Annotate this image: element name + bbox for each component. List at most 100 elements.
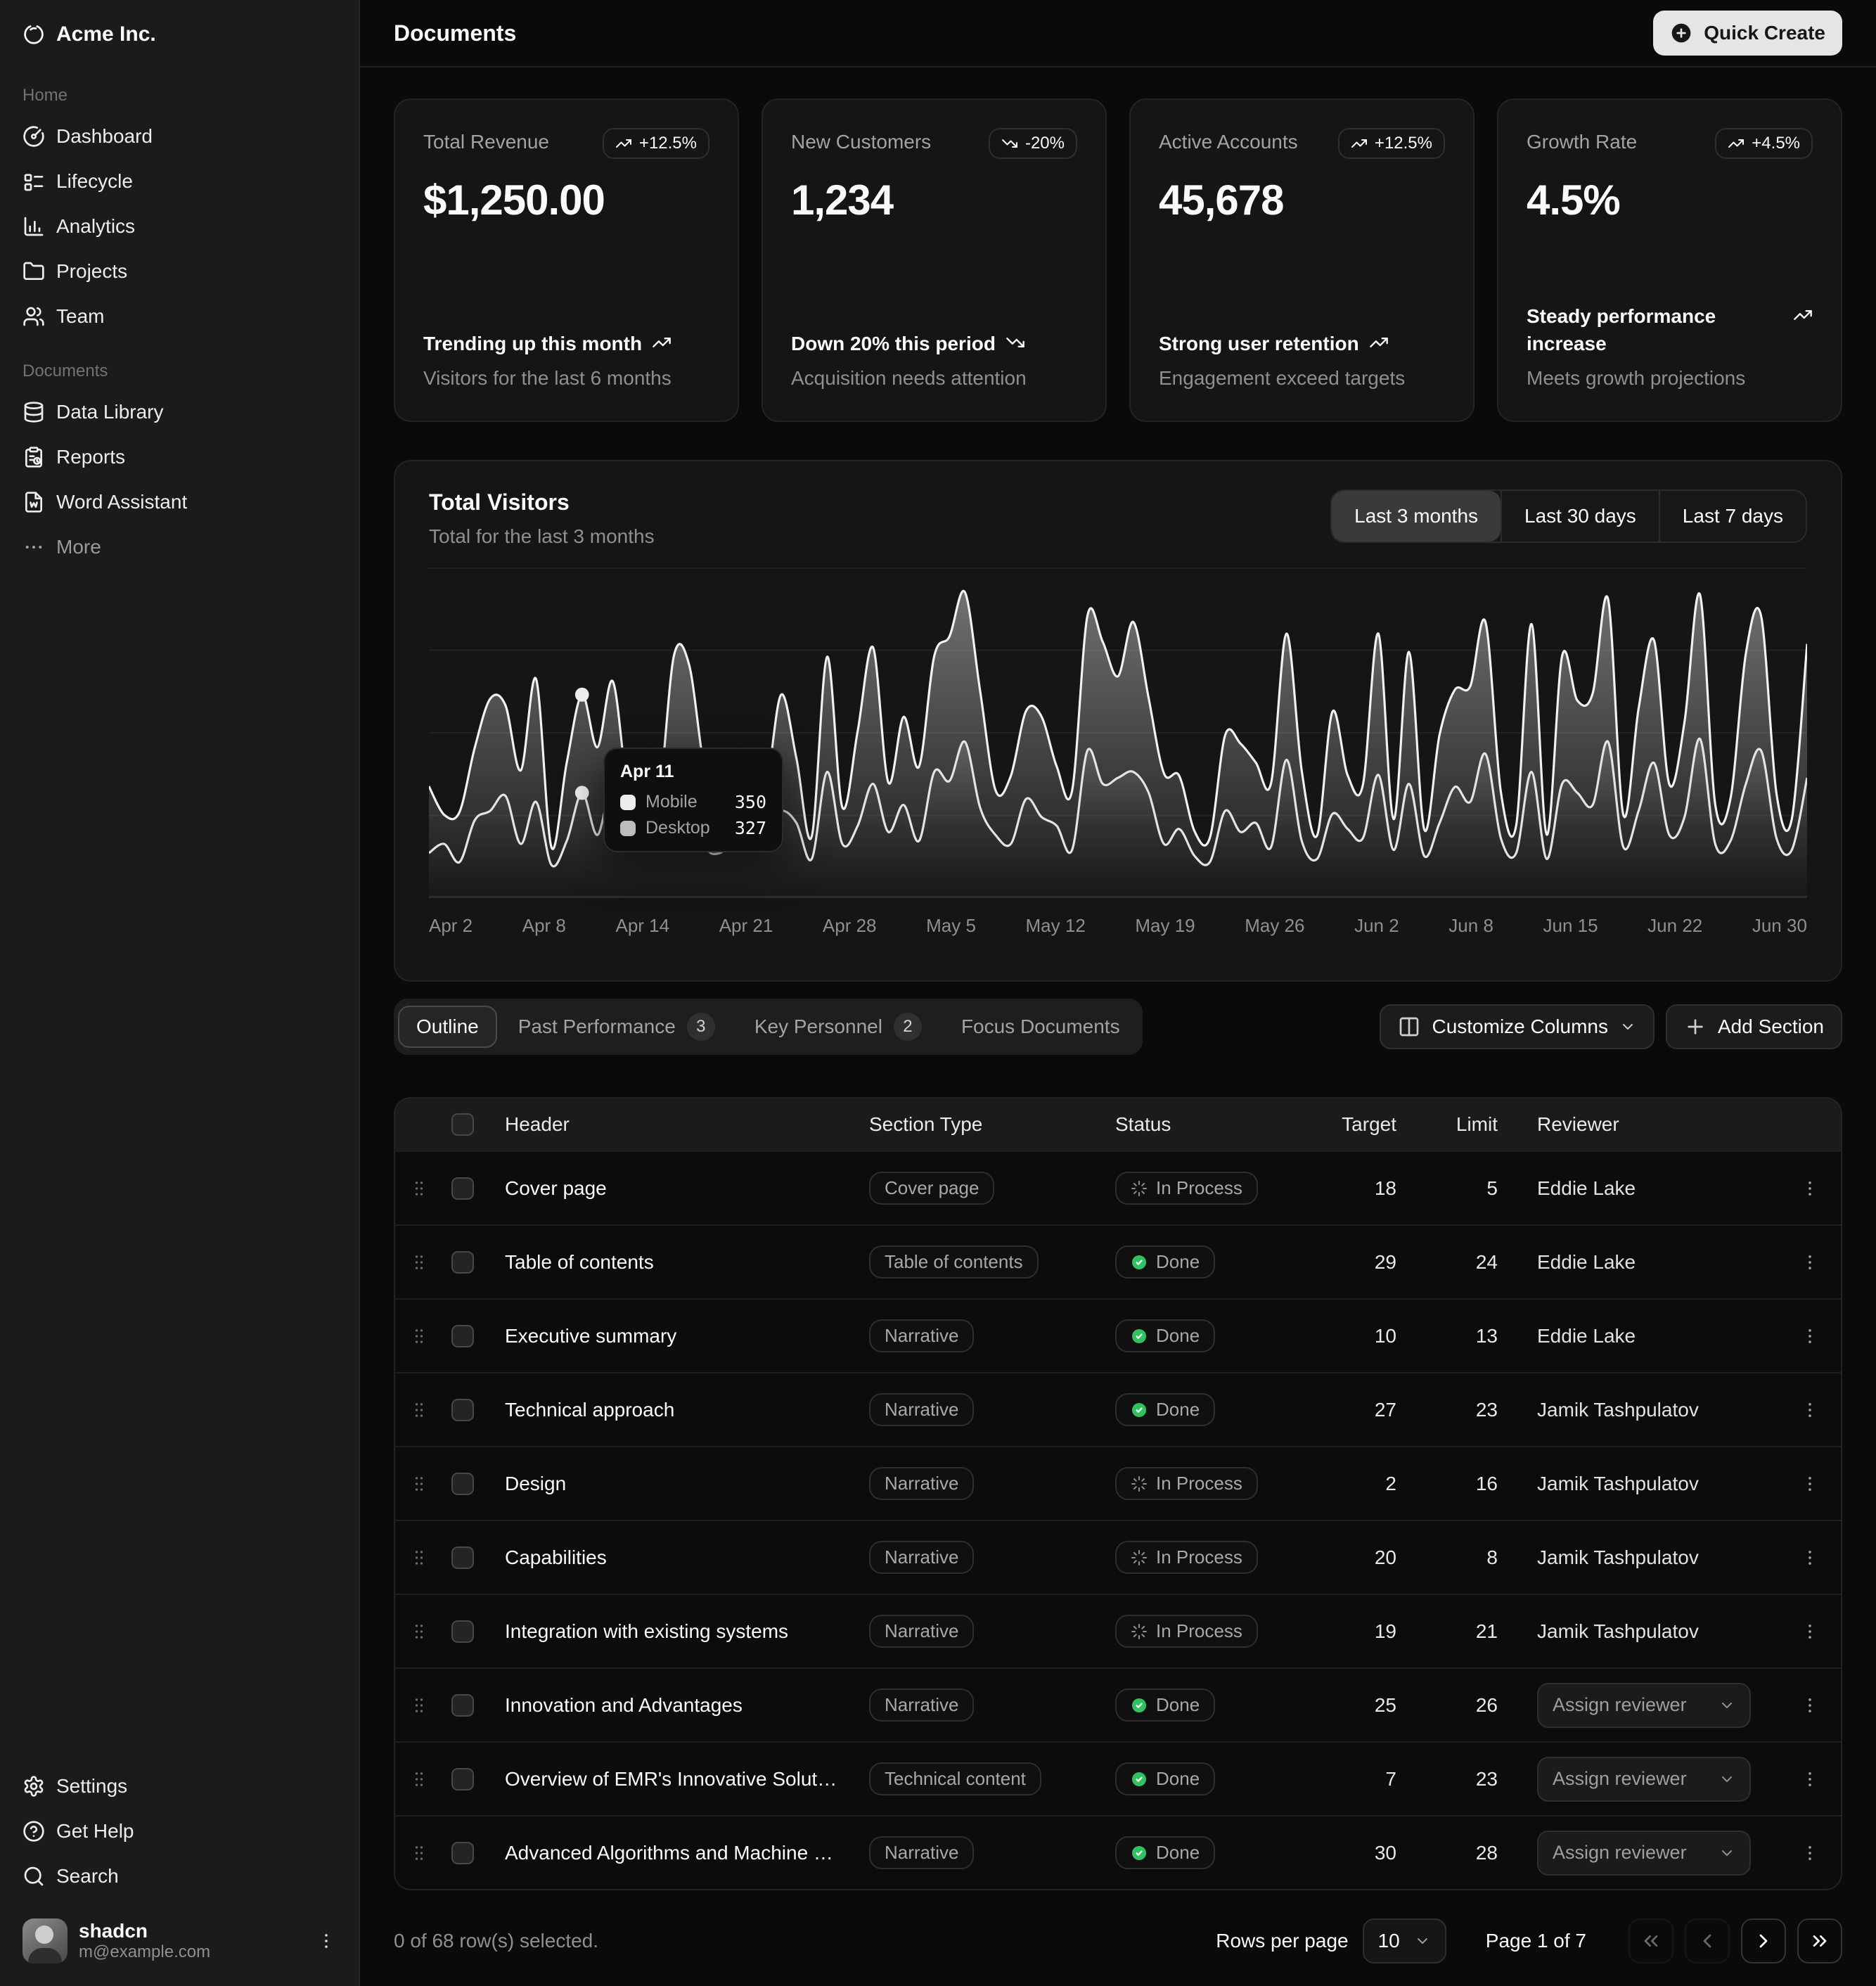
tab-focus-documents[interactable]: Focus Documents <box>943 1006 1138 1048</box>
sidebar-item-reports[interactable]: Reports <box>11 435 347 480</box>
limit-value[interactable]: 24 <box>1425 1251 1526 1274</box>
target-value[interactable]: 2 <box>1301 1473 1425 1495</box>
row-menu-button[interactable] <box>1779 1843 1841 1863</box>
sidebar-item-search[interactable]: Search <box>11 1854 347 1899</box>
row-checkbox[interactable] <box>451 1842 474 1864</box>
row-checkbox[interactable] <box>451 1768 474 1790</box>
target-value[interactable]: 7 <box>1301 1768 1425 1790</box>
row-checkbox[interactable] <box>451 1251 474 1274</box>
drag-handle[interactable] <box>395 1326 443 1346</box>
limit-value[interactable]: 16 <box>1425 1473 1526 1495</box>
stat-footer-sub: Engagement exceed targets <box>1159 367 1445 390</box>
row-header[interactable]: Design <box>494 1473 858 1495</box>
row-header[interactable]: Capabilities <box>494 1546 858 1569</box>
target-value[interactable]: 27 <box>1301 1399 1425 1421</box>
row-checkbox[interactable] <box>451 1325 474 1347</box>
row-menu-button[interactable] <box>1779 1769 1841 1789</box>
row-header[interactable]: Overview of EMR's Innovative Solutions <box>494 1768 858 1790</box>
row-header[interactable]: Technical approach <box>494 1399 858 1421</box>
row-menu-button[interactable] <box>1779 1696 1841 1715</box>
drag-handle[interactable] <box>395 1696 443 1715</box>
range-last-30-days[interactable]: Last 30 days <box>1501 491 1659 542</box>
drag-handle[interactable] <box>395 1843 443 1863</box>
tab-key-personnel[interactable]: Key Personnel2 <box>736 1003 940 1051</box>
row-menu-button[interactable] <box>1779 1400 1841 1420</box>
limit-value[interactable]: 8 <box>1425 1546 1526 1569</box>
row-header[interactable]: Innovation and Advantages <box>494 1694 858 1717</box>
target-value[interactable]: 10 <box>1301 1325 1425 1347</box>
select-all-checkbox[interactable] <box>451 1113 474 1136</box>
row-menu-button[interactable] <box>1779 1622 1841 1641</box>
row-menu-button[interactable] <box>1779 1326 1841 1346</box>
sidebar-item-get-help[interactable]: Get Help <box>11 1809 347 1854</box>
sidebar-item-team[interactable]: Team <box>11 294 347 339</box>
row-checkbox[interactable] <box>451 1546 474 1569</box>
limit-value[interactable]: 5 <box>1425 1177 1526 1200</box>
row-checkbox[interactable] <box>451 1694 474 1717</box>
brand[interactable]: Acme Inc. <box>11 11 347 58</box>
sidebar-item-more[interactable]: More <box>11 525 347 570</box>
drag-handle[interactable] <box>395 1400 443 1420</box>
target-value[interactable]: 18 <box>1301 1177 1425 1200</box>
limit-value[interactable]: 23 <box>1425 1399 1526 1421</box>
sidebar-item-settings[interactable]: Settings <box>11 1764 347 1809</box>
tab-outline[interactable]: Outline <box>398 1006 497 1048</box>
target-value[interactable]: 19 <box>1301 1620 1425 1643</box>
sidebar-item-word-assistant[interactable]: Word Assistant <box>11 480 347 525</box>
limit-value[interactable]: 26 <box>1425 1694 1526 1717</box>
customize-columns-button[interactable]: Customize Columns <box>1380 1004 1655 1049</box>
sidebar-item-data-library[interactable]: Data Library <box>11 390 347 435</box>
row-header[interactable]: Cover page <box>494 1177 858 1200</box>
drag-handle[interactable] <box>395 1179 443 1198</box>
row-checkbox[interactable] <box>451 1473 474 1495</box>
target-value[interactable]: 30 <box>1301 1842 1425 1864</box>
sidebar-item-projects[interactable]: Projects <box>11 249 347 294</box>
limit-value[interactable]: 28 <box>1425 1842 1526 1864</box>
drag-handle[interactable] <box>395 1622 443 1641</box>
drag-handle[interactable] <box>395 1253 443 1272</box>
rows-per-page-select[interactable]: 10 <box>1363 1918 1446 1963</box>
brand-name: Acme Inc. <box>56 23 156 46</box>
range-last-3-months[interactable]: Last 3 months <box>1332 491 1501 542</box>
row-checkbox[interactable] <box>451 1399 474 1421</box>
limit-value[interactable]: 13 <box>1425 1325 1526 1347</box>
tab-past-performance[interactable]: Past Performance3 <box>500 1003 733 1051</box>
target-value[interactable]: 25 <box>1301 1694 1425 1717</box>
assign-reviewer-select[interactable]: Assign reviewer <box>1537 1757 1751 1802</box>
limit-value[interactable]: 23 <box>1425 1768 1526 1790</box>
first-page-button[interactable] <box>1628 1918 1673 1963</box>
assign-reviewer-select[interactable]: Assign reviewer <box>1537 1831 1751 1876</box>
row-header[interactable]: Integration with existing systems <box>494 1620 858 1643</box>
area-chart[interactable]: Apr 11 Mobile350Desktop327 <box>429 568 1807 898</box>
row-menu-button[interactable] <box>1779 1253 1841 1272</box>
prev-page-button[interactable] <box>1685 1918 1730 1963</box>
sidebar-item-analytics[interactable]: Analytics <box>11 204 347 249</box>
drag-handle[interactable] <box>395 1548 443 1568</box>
assign-reviewer-select[interactable]: Assign reviewer <box>1537 1683 1751 1728</box>
next-page-button[interactable] <box>1741 1918 1786 1963</box>
row-header[interactable]: Advanced Algorithms and Machine Learning <box>494 1842 858 1864</box>
row-menu-button[interactable] <box>1779 1179 1841 1198</box>
page-info: Page 1 of 7 <box>1486 1930 1586 1952</box>
drag-handle[interactable] <box>395 1769 443 1789</box>
row-menu-button[interactable] <box>1779 1548 1841 1568</box>
row-checkbox[interactable] <box>451 1620 474 1643</box>
sidebar-item-dashboard[interactable]: Dashboard <box>11 114 347 159</box>
more-vertical-icon[interactable] <box>316 1931 336 1951</box>
user-menu[interactable]: shadcn m@example.com <box>11 1907 347 1975</box>
quick-create-button[interactable]: Quick Create <box>1653 11 1842 56</box>
last-page-button[interactable] <box>1797 1918 1842 1963</box>
add-section-button[interactable]: Add Section <box>1666 1004 1842 1049</box>
row-checkbox[interactable] <box>451 1177 474 1200</box>
range-last-7-days[interactable]: Last 7 days <box>1659 491 1806 542</box>
row-header[interactable]: Executive summary <box>494 1325 858 1347</box>
row-header[interactable]: Table of contents <box>494 1251 858 1274</box>
drag-handle[interactable] <box>395 1474 443 1494</box>
user-name: shadcn <box>79 1919 210 1943</box>
stat-footer-main: Trending up this month <box>423 330 709 357</box>
target-value[interactable]: 29 <box>1301 1251 1425 1274</box>
target-value[interactable]: 20 <box>1301 1546 1425 1569</box>
limit-value[interactable]: 21 <box>1425 1620 1526 1643</box>
row-menu-button[interactable] <box>1779 1474 1841 1494</box>
sidebar-item-lifecycle[interactable]: Lifecycle <box>11 159 347 204</box>
